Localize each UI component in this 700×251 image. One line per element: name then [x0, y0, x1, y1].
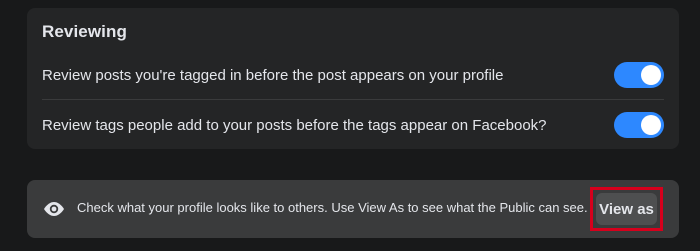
- review-tagged-posts-toggle[interactable]: [614, 62, 664, 88]
- section-title: Reviewing: [42, 22, 127, 41]
- toggle-knob: [641, 115, 661, 135]
- toggle-knob: [641, 65, 661, 85]
- review-tags-toggle[interactable]: [614, 112, 664, 138]
- setting-label-review-tagged-posts: Review posts you're tagged in before the…: [42, 66, 504, 84]
- setting-row-review-tags: Review tags people add to your posts bef…: [42, 105, 664, 145]
- divider: [42, 99, 664, 100]
- eye-icon: [44, 202, 64, 216]
- view-as-info-text: Check what your profile looks like to ot…: [77, 200, 588, 215]
- setting-label-review-tags: Review tags people add to your posts bef…: [42, 116, 547, 134]
- view-as-button[interactable]: View as: [596, 193, 657, 225]
- setting-row-review-tagged-posts: Review posts you're tagged in before the…: [42, 55, 664, 95]
- view-as-highlight-box: View as: [590, 187, 663, 231]
- reviewing-section: Reviewing Review posts you're tagged in …: [27, 8, 679, 149]
- privacy-settings-page: Reviewing Review posts you're tagged in …: [0, 0, 700, 251]
- view-as-section: Check what your profile looks like to ot…: [27, 180, 679, 238]
